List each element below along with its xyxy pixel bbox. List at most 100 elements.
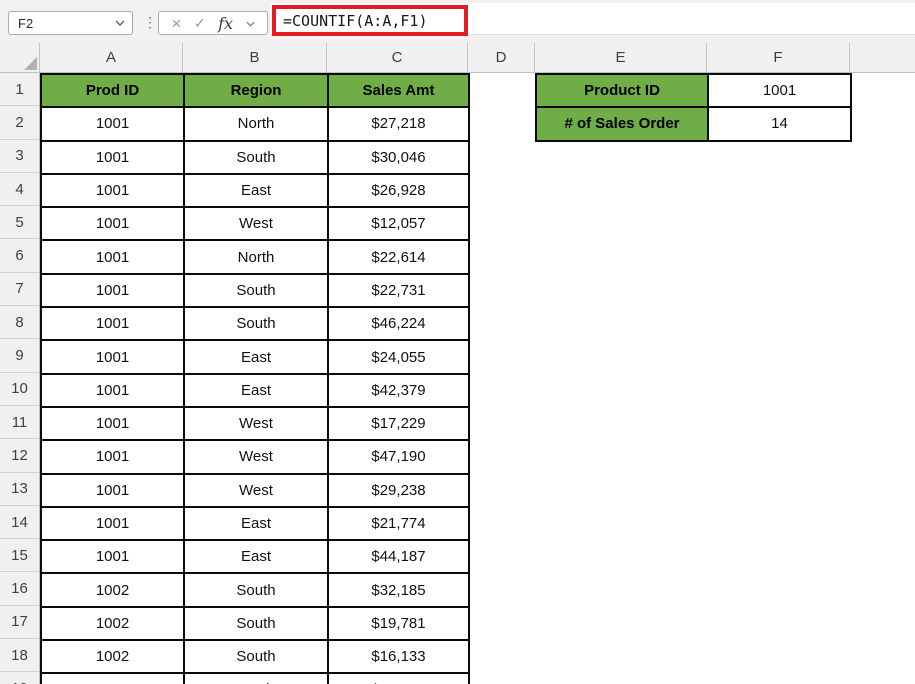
cell-sales-amt[interactable]: $32,185 xyxy=(329,574,470,608)
cell-sales-amt[interactable]: $24,055 xyxy=(329,341,470,375)
chevron-down-icon[interactable] xyxy=(115,20,125,26)
row-header-1[interactable]: 1 xyxy=(0,73,39,107)
cell-region[interactable]: West xyxy=(185,407,329,442)
column-header-e[interactable]: E xyxy=(535,43,707,72)
cell-region[interactable]: East xyxy=(185,174,329,209)
cell-sales-amt[interactable]: $22,731 xyxy=(329,274,470,309)
cell-sales-order-count-label[interactable]: # of Sales Order xyxy=(537,108,709,142)
cell-prod-id[interactable]: 1001 xyxy=(42,274,185,309)
cell-sales-amt[interactable]: $16,133 xyxy=(329,641,470,675)
cell-prod-id[interactable]: 1002 xyxy=(42,674,185,684)
formula-bar: F2 ⋮ × ✓ fx =COUNTIF(A:A,F1) xyxy=(0,0,915,43)
table-row: 1001 East $24,055 xyxy=(42,341,470,375)
row-header-18[interactable]: 18 xyxy=(0,639,39,673)
cell-prod-id[interactable]: 1001 xyxy=(42,441,185,475)
cell-region[interactable]: South xyxy=(185,141,329,175)
row-header-13[interactable]: 13 xyxy=(0,473,39,506)
column-header-a[interactable]: A xyxy=(40,43,183,72)
cell-sales-amt[interactable]: $30,046 xyxy=(329,141,470,175)
cell-prod-id[interactable]: 1001 xyxy=(42,141,185,175)
column-header-f[interactable]: F xyxy=(707,43,850,72)
row-header-11[interactable]: 11 xyxy=(0,406,39,440)
cell-sales-amt[interactable]: $42,379 xyxy=(329,374,470,408)
cell-prod-id[interactable]: 1001 xyxy=(42,374,185,408)
cell-prod-id[interactable]: 1001 xyxy=(42,474,185,508)
row-header-8[interactable]: 8 xyxy=(0,306,39,340)
chevron-down-icon[interactable] xyxy=(245,14,255,32)
cell-region[interactable]: South xyxy=(185,274,329,309)
cells-area[interactable]: Prod ID Region Sales Amt 1001 North $27,… xyxy=(40,73,915,684)
cell-prod-id[interactable]: 1001 xyxy=(42,241,185,275)
cell-prod-id[interactable]: 1001 xyxy=(42,208,185,242)
column-header-b[interactable]: B xyxy=(183,43,327,72)
cell-region[interactable]: West xyxy=(185,441,329,475)
row-header-19[interactable]: 19 xyxy=(0,672,39,684)
cell-product-id-label[interactable]: Product ID xyxy=(537,75,709,109)
row-header-2[interactable]: 2 xyxy=(0,106,39,140)
table-row: # of Sales Order 14 xyxy=(537,108,852,142)
cell-prod-id[interactable]: 1001 xyxy=(42,174,185,209)
cell-sales-amt[interactable]: $19,844 xyxy=(329,674,470,684)
cell-sales-amt[interactable]: $22,614 xyxy=(329,241,470,275)
row-header-9[interactable]: 9 xyxy=(0,339,39,373)
cell-region[interactable]: East xyxy=(185,541,329,575)
cell-region[interactable]: North xyxy=(185,241,329,275)
cell-sales-amt[interactable]: $21,774 xyxy=(329,507,470,542)
cell-prod-id[interactable]: 1002 xyxy=(42,641,185,675)
cell-sales-amt[interactable]: $19,781 xyxy=(329,607,470,642)
row-header-17[interactable]: 17 xyxy=(0,606,39,640)
cell-region[interactable]: South xyxy=(185,641,329,675)
row-header-15[interactable]: 15 xyxy=(0,539,39,573)
cell-sales-amt[interactable]: $17,229 xyxy=(329,407,470,442)
header-cell-region[interactable]: Region xyxy=(185,75,329,109)
row-header-4[interactable]: 4 xyxy=(0,173,39,207)
row-header-12[interactable]: 12 xyxy=(0,439,39,473)
row-header-7[interactable]: 7 xyxy=(0,273,39,307)
cell-sales-amt[interactable]: $46,224 xyxy=(329,308,470,342)
cell-prod-id[interactable]: 1001 xyxy=(42,108,185,142)
row-header-6[interactable]: 6 xyxy=(0,239,39,273)
cell-region[interactable]: North xyxy=(185,674,329,684)
row-header-5[interactable]: 5 xyxy=(0,206,39,240)
cell-region[interactable]: East xyxy=(185,341,329,375)
cell-sales-amt[interactable]: $44,187 xyxy=(329,541,470,575)
insert-function-icon[interactable]: fx xyxy=(218,14,233,33)
row-header-10[interactable]: 10 xyxy=(0,373,39,406)
formula-input[interactable]: =COUNTIF(A:A,F1) xyxy=(270,3,915,36)
cancel-icon[interactable]: × xyxy=(171,15,181,32)
header-cell-prod-id[interactable]: Prod ID xyxy=(42,75,185,109)
row-headers: 12345678910111213141516171819 xyxy=(0,73,40,684)
cell-sales-amt[interactable]: $26,928 xyxy=(329,174,470,209)
cell-region[interactable]: West xyxy=(185,474,329,508)
cell-prod-id[interactable]: 1002 xyxy=(42,607,185,642)
cell-sales-amt[interactable]: $29,238 xyxy=(329,474,470,508)
row-header-14[interactable]: 14 xyxy=(0,506,39,540)
cell-region[interactable]: North xyxy=(185,108,329,142)
cell-prod-id[interactable]: 1001 xyxy=(42,507,185,542)
cell-prod-id[interactable]: 1001 xyxy=(42,341,185,375)
header-cell-sales-amt[interactable]: Sales Amt xyxy=(329,75,470,109)
cell-prod-id[interactable]: 1001 xyxy=(42,541,185,575)
column-header-d[interactable]: D xyxy=(468,43,535,72)
cell-sales-amt[interactable]: $47,190 xyxy=(329,441,470,475)
cell-region[interactable]: South xyxy=(185,574,329,608)
cell-prod-id[interactable]: 1002 xyxy=(42,574,185,608)
cell-sales-amt[interactable]: $27,218 xyxy=(329,108,470,142)
cell-prod-id[interactable]: 1001 xyxy=(42,308,185,342)
column-header-c[interactable]: C xyxy=(327,43,468,72)
enter-icon[interactable]: ✓ xyxy=(194,16,206,30)
row-header-3[interactable]: 3 xyxy=(0,140,39,173)
cell-region[interactable]: South xyxy=(185,308,329,342)
cell-region[interactable]: West xyxy=(185,208,329,242)
cell-region[interactable]: East xyxy=(185,507,329,542)
name-box[interactable]: F2 xyxy=(8,11,133,35)
column-header-partial[interactable] xyxy=(850,43,915,72)
select-all-corner[interactable] xyxy=(0,43,40,72)
row-header-16[interactable]: 16 xyxy=(0,572,39,606)
cell-region[interactable]: East xyxy=(185,374,329,408)
cell-product-id-value[interactable]: 1001 xyxy=(709,75,852,109)
cell-region[interactable]: South xyxy=(185,607,329,642)
cell-prod-id[interactable]: 1001 xyxy=(42,407,185,442)
cell-sales-amt[interactable]: $12,057 xyxy=(329,208,470,242)
cell-sales-order-count-value[interactable]: 14 xyxy=(709,108,852,142)
